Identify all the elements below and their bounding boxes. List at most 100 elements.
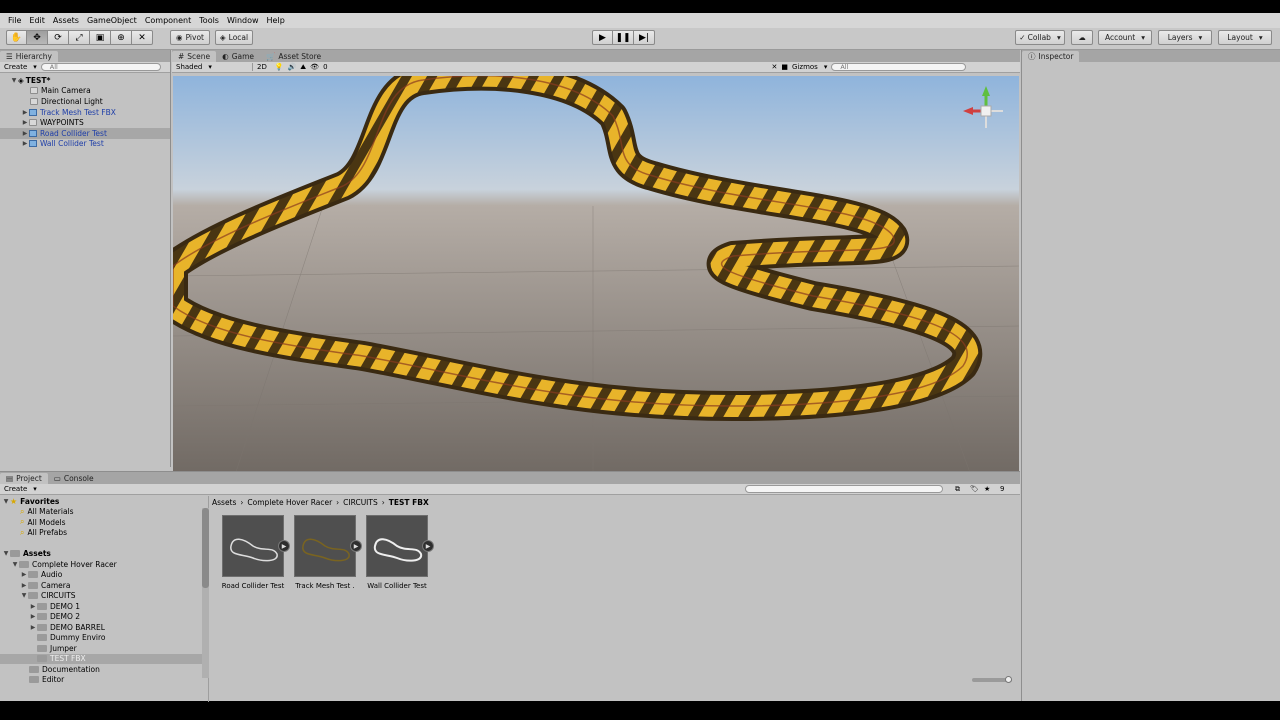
thumbnail-size-slider[interactable] bbox=[972, 676, 1012, 683]
favorite-star-icon[interactable]: ★ bbox=[984, 485, 990, 493]
expand-arrow-icon[interactable]: ▼ bbox=[10, 77, 18, 84]
expand-asset-icon[interactable]: ▶ bbox=[350, 540, 362, 552]
hierarchy-create-button[interactable]: Create bbox=[4, 63, 37, 71]
folder-demo-2[interactable]: ▶ DEMO 2 bbox=[0, 612, 208, 623]
menu-assets[interactable]: Assets bbox=[49, 16, 83, 25]
filter-label-icon[interactable]: 🏷 bbox=[970, 485, 979, 493]
pivot-toggle[interactable]: ◉ Pivot bbox=[170, 30, 210, 45]
folder-circuits[interactable]: ▼ CIRCUITS bbox=[0, 591, 208, 602]
collab-dropdown[interactable]: ✓ Collab bbox=[1015, 30, 1065, 45]
gizmos-dropdown[interactable]: Gizmos bbox=[792, 63, 827, 71]
menu-tools[interactable]: Tools bbox=[195, 16, 223, 25]
menu-window[interactable]: Window bbox=[223, 16, 263, 25]
menu-file[interactable]: File bbox=[4, 16, 25, 25]
tab-scene[interactable]: # Scene bbox=[172, 51, 217, 62]
breadcrumb-item[interactable]: Assets bbox=[212, 498, 236, 507]
folder-dummy-enviro[interactable]: Dummy Enviro bbox=[0, 633, 208, 644]
asset-thumbnail[interactable]: ▶ bbox=[222, 515, 290, 577]
rotate-tool-icon[interactable]: ⟳ bbox=[48, 30, 69, 45]
favorite-all-prefabs[interactable]: ⌕ All Prefabs bbox=[0, 528, 208, 539]
layers-dropdown[interactable]: Layers bbox=[1158, 30, 1212, 45]
project-create-button[interactable]: Create bbox=[4, 485, 37, 493]
folder-jumper[interactable]: Jumper bbox=[0, 643, 208, 654]
hierarchy-search-input[interactable]: All bbox=[40, 63, 161, 71]
asset-thumbnail[interactable]: ▶ bbox=[294, 515, 362, 577]
tools-icon[interactable]: ✕ bbox=[772, 63, 778, 71]
scene-search-input[interactable]: All bbox=[831, 63, 967, 71]
assets-header[interactable]: ▼ Assets bbox=[0, 549, 208, 560]
menu-edit[interactable]: Edit bbox=[25, 16, 49, 25]
hierarchy-item-waypoints[interactable]: ▶ WAYPOINTS bbox=[0, 117, 170, 128]
tab-game[interactable]: ◐ Game bbox=[216, 51, 260, 62]
expand-arrow-icon[interactable]: ▶ bbox=[29, 603, 37, 610]
folder-editor[interactable]: Editor bbox=[0, 675, 208, 686]
breadcrumb-item[interactable]: Complete Hover Racer bbox=[247, 498, 332, 507]
step-icon[interactable]: ▶| bbox=[634, 30, 655, 45]
layout-dropdown[interactable]: Layout bbox=[1218, 30, 1272, 45]
folder-documentation[interactable]: Documentation bbox=[0, 664, 208, 675]
favorites-header[interactable]: ▼ ★ Favorites bbox=[0, 496, 208, 507]
rect-tool-icon[interactable]: ▣ bbox=[90, 30, 111, 45]
hidden-objects-icon[interactable]: 👁 bbox=[310, 63, 319, 71]
breadcrumb-item[interactable]: CIRCUITS bbox=[343, 498, 378, 507]
hierarchy-item-directional-light[interactable]: Directional Light bbox=[0, 96, 170, 107]
slider-handle[interactable] bbox=[1005, 676, 1012, 683]
expand-arrow-icon[interactable]: ▼ bbox=[11, 561, 19, 568]
expand-arrow-icon[interactable]: ▶ bbox=[29, 624, 37, 631]
shading-mode-dropdown[interactable]: Shaded bbox=[176, 63, 248, 71]
expand-arrow-icon[interactable]: ▶ bbox=[21, 109, 29, 116]
favorite-all-materials[interactable]: ⌕ All Materials bbox=[0, 507, 208, 518]
hierarchy-item-track-mesh[interactable]: ▶ Track Mesh Test FBX bbox=[0, 107, 170, 118]
tab-project[interactable]: ▤ Project bbox=[0, 473, 48, 484]
expand-arrow-icon[interactable]: ▼ bbox=[2, 498, 10, 505]
expand-arrow-icon[interactable]: ▶ bbox=[20, 571, 28, 578]
folder-tree-scrollbar[interactable] bbox=[202, 508, 209, 678]
expand-arrow-icon[interactable]: ▶ bbox=[21, 140, 29, 147]
account-dropdown[interactable]: Account bbox=[1098, 30, 1152, 45]
hierarchy-item-road-collider[interactable]: ▶ Road Collider Test bbox=[0, 128, 170, 139]
filter-type-icon[interactable]: ⧉ bbox=[955, 485, 960, 494]
folder-demo-1[interactable]: ▶ DEMO 1 bbox=[0, 601, 208, 612]
expand-asset-icon[interactable]: ▶ bbox=[278, 540, 290, 552]
asset-thumbnail[interactable]: ▶ bbox=[366, 515, 434, 577]
mode-2d-toggle[interactable]: 2D bbox=[252, 63, 271, 71]
folder-complete-hover-racer[interactable]: ▼ Complete Hover Racer bbox=[0, 559, 208, 570]
tab-inspector[interactable]: ⓘ Inspector bbox=[1022, 51, 1080, 62]
expand-arrow-icon[interactable]: ▼ bbox=[2, 550, 10, 557]
pause-icon[interactable]: ❚❚ bbox=[613, 30, 634, 45]
favorite-all-models[interactable]: ⌕ All Models bbox=[0, 517, 208, 528]
hand-tool-icon[interactable]: ✋ bbox=[6, 30, 27, 45]
local-toggle[interactable]: ◈ Local bbox=[215, 30, 253, 45]
play-icon[interactable]: ▶ bbox=[592, 30, 613, 45]
expand-arrow-icon[interactable]: ▶ bbox=[21, 119, 29, 126]
expand-arrow-icon[interactable]: ▶ bbox=[21, 130, 29, 137]
folder-demo-barrel[interactable]: ▶ DEMO BARREL bbox=[0, 622, 208, 633]
project-search-input[interactable] bbox=[745, 485, 943, 493]
tab-console[interactable]: ▭ Console bbox=[48, 473, 100, 484]
tab-hierarchy[interactable]: ☰ Hierarchy bbox=[0, 51, 58, 62]
folder-camera[interactable]: ▶ Camera bbox=[0, 580, 208, 591]
scale-tool-icon[interactable]: ⤢ bbox=[69, 30, 90, 45]
folder-audio[interactable]: ▶ Audio bbox=[0, 570, 208, 581]
expand-arrow-icon[interactable]: ▶ bbox=[20, 582, 28, 589]
hierarchy-item-main-camera[interactable]: Main Camera bbox=[0, 86, 170, 97]
custom-tool-icon[interactable]: ✕ bbox=[132, 30, 153, 45]
menu-help[interactable]: Help bbox=[263, 16, 289, 25]
lighting-toggle-icon[interactable]: 💡 bbox=[275, 63, 284, 71]
menu-component[interactable]: Component bbox=[141, 16, 195, 25]
breadcrumb-current[interactable]: TEST FBX bbox=[389, 498, 429, 507]
move-tool-icon[interactable]: ✥ bbox=[27, 30, 48, 45]
effects-toggle-icon[interactable]: ⛰ bbox=[300, 63, 306, 72]
transform-tool-icon[interactable]: ⊕ bbox=[111, 30, 132, 45]
scene-viewport[interactable] bbox=[173, 76, 1019, 481]
hierarchy-item-wall-collider[interactable]: ▶ Wall Collider Test bbox=[0, 139, 170, 150]
expand-asset-icon[interactable]: ▶ bbox=[422, 540, 434, 552]
menu-gameobject[interactable]: GameObject bbox=[83, 16, 141, 25]
audio-toggle-icon[interactable]: 🔊 bbox=[288, 63, 297, 71]
scene-row[interactable]: ▼ ◈ TEST* bbox=[0, 75, 170, 86]
cloud-icon[interactable]: ☁ bbox=[1071, 30, 1093, 45]
tab-asset-store[interactable]: 🛒 Asset Store bbox=[260, 51, 327, 62]
expand-arrow-icon[interactable]: ▶ bbox=[29, 613, 37, 620]
expand-arrow-icon[interactable]: ▼ bbox=[20, 592, 28, 599]
camera-settings-icon[interactable]: ■ bbox=[781, 63, 788, 71]
